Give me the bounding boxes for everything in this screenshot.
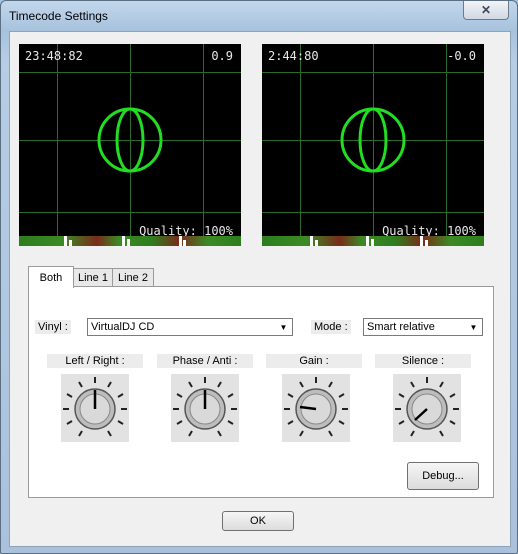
tab-both[interactable]: Both xyxy=(28,266,74,288)
dialog-client-area: 23:48:82 0.9 Quality: 100% 2:44:80 -0.0 … xyxy=(9,31,511,547)
scope-1-trace xyxy=(97,107,163,173)
silence-knob[interactable] xyxy=(393,374,461,442)
timecode-settings-window: Timecode Settings ✕ 23:48:82 0.9 Quality… xyxy=(0,0,518,554)
mode-select-value: Smart relative xyxy=(367,321,435,333)
scope-2-signal-bar xyxy=(262,236,484,246)
vinyl-select[interactable]: VirtualDJ CD ▼ xyxy=(87,318,293,336)
title-bar[interactable]: Timecode Settings ✕ xyxy=(1,1,517,31)
left-right-knob[interactable] xyxy=(61,374,129,442)
vinyl-select-value: VirtualDJ CD xyxy=(91,321,155,333)
silence-label: Silence : xyxy=(375,354,471,368)
vinyl-label: Vinyl : xyxy=(35,320,71,334)
scope-1-speed: 0.9 xyxy=(211,49,233,63)
tab-panel-both: Vinyl : VirtualDJ CD ▼ Mode : Smart rela… xyxy=(28,286,494,498)
tab-line-1[interactable]: Line 1 xyxy=(72,268,114,287)
ok-button[interactable]: OK xyxy=(222,511,294,531)
close-button[interactable]: ✕ xyxy=(463,1,509,20)
gain-label: Gain : xyxy=(266,354,362,368)
scope-2-time: 2:44:80 xyxy=(268,49,319,63)
gain-knob[interactable] xyxy=(282,374,350,442)
debug-button[interactable]: Debug... xyxy=(407,462,479,490)
tab-line-2[interactable]: Line 2 xyxy=(112,268,154,287)
window-title: Timecode Settings xyxy=(9,9,108,23)
mode-label: Mode : xyxy=(311,320,351,334)
mode-select[interactable]: Smart relative ▼ xyxy=(363,318,483,336)
timecode-scope-2: 2:44:80 -0.0 Quality: 100% xyxy=(262,44,484,246)
phase-anti-knob[interactable] xyxy=(171,374,239,442)
close-icon: ✕ xyxy=(480,3,492,17)
scope-1-time: 23:48:82 xyxy=(25,49,83,63)
scope-2-speed: -0.0 xyxy=(447,49,476,63)
timecode-scope-1: 23:48:82 0.9 Quality: 100% xyxy=(19,44,241,246)
chevron-down-icon: ▼ xyxy=(279,322,288,332)
scope-1-signal-bar xyxy=(19,236,241,246)
left-right-label: Left / Right : xyxy=(47,354,143,368)
phase-anti-label: Phase / Anti : xyxy=(157,354,253,368)
chevron-down-icon: ▼ xyxy=(469,322,478,332)
scope-2-trace xyxy=(340,107,406,173)
